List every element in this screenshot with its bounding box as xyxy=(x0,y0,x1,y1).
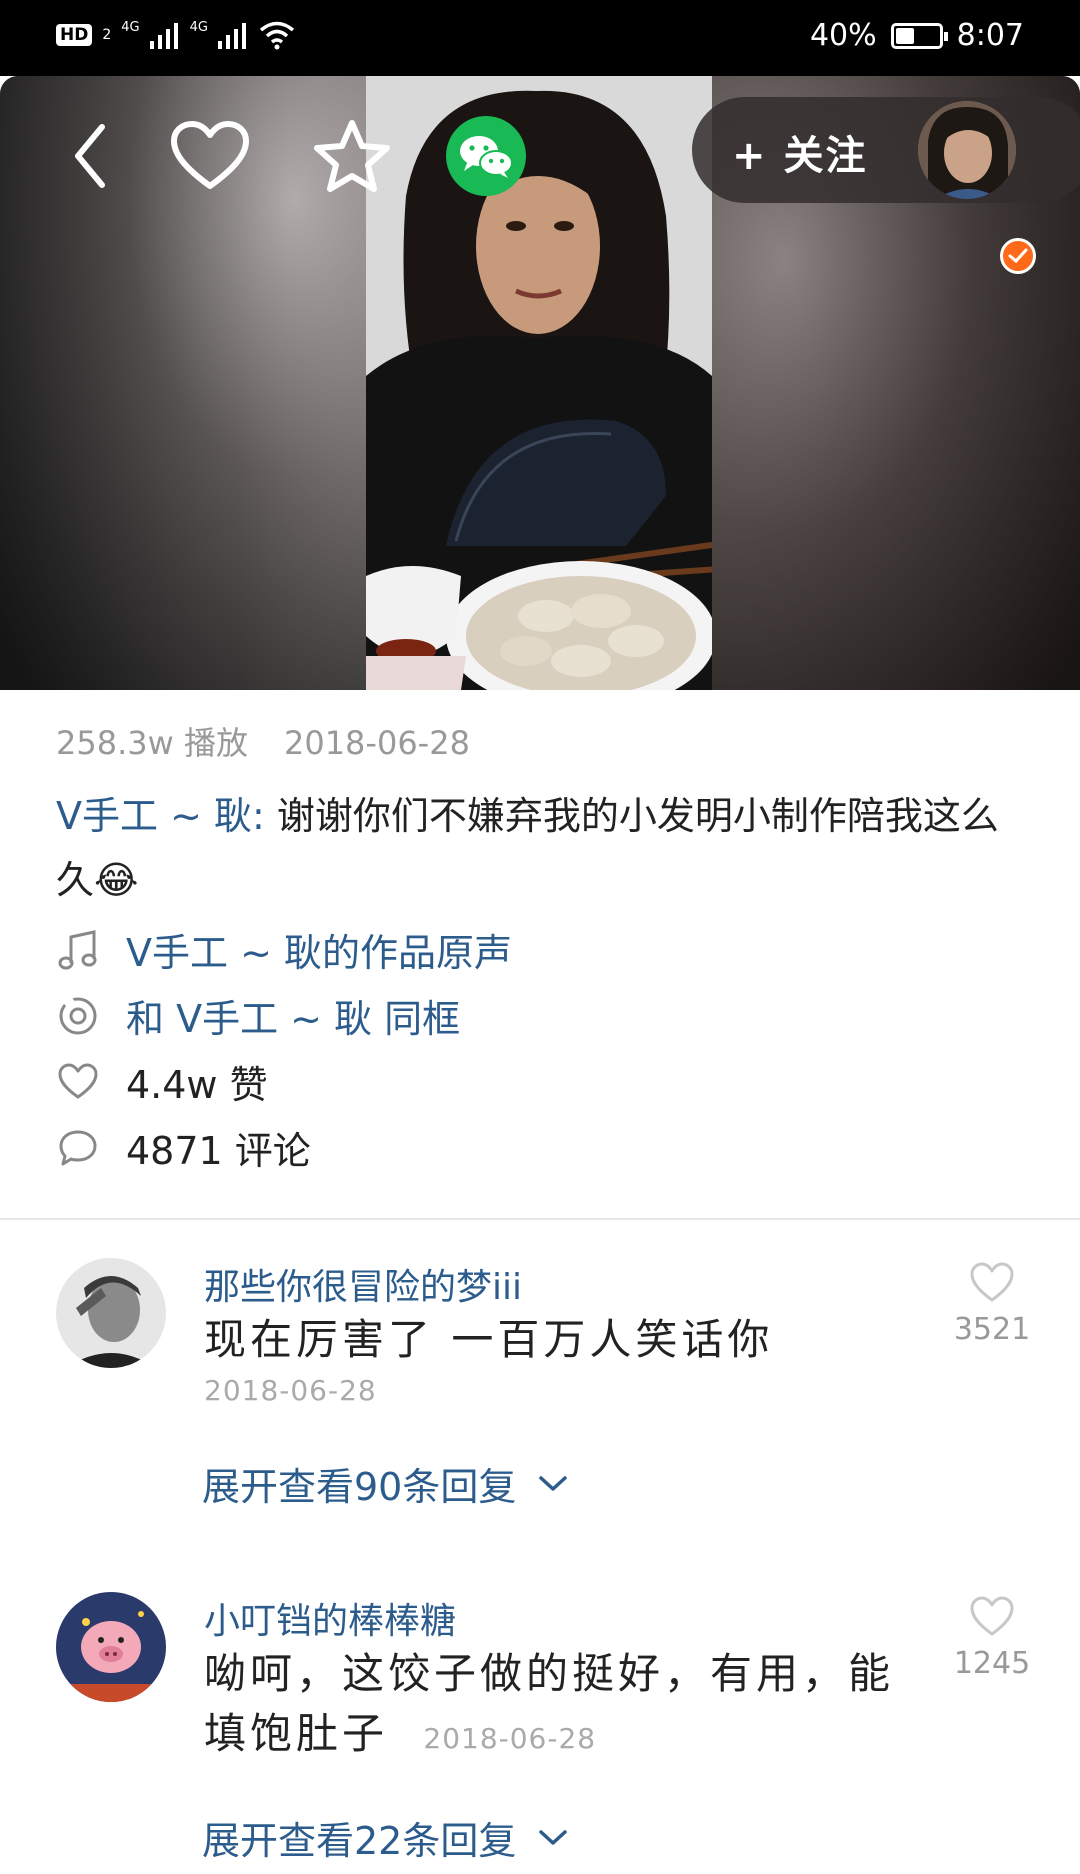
expand-replies-button[interactable]: 展开查看22条回复 xyxy=(202,1810,568,1865)
star-icon xyxy=(314,120,390,192)
sim-slot-label: 2 xyxy=(102,27,112,43)
comment-body: 现在厉害了 一百万人笑话你 xyxy=(204,1315,774,1364)
check-icon xyxy=(1008,248,1028,264)
comment-like-count: 1245 xyxy=(953,1646,1031,1681)
expand-replies-label: 展开查看90条回复 xyxy=(202,1465,517,1509)
comment-like-button[interactable]: 3521 xyxy=(952,1262,1032,1347)
follow-button[interactable]: + 关注 xyxy=(732,123,867,181)
heart-outline-icon xyxy=(56,1060,100,1104)
duet-row[interactable]: 和 V手工 ~ 耿 同框 xyxy=(56,988,460,1043)
clock: 8:07 xyxy=(956,18,1024,53)
wifi-icon xyxy=(259,21,295,50)
section-divider xyxy=(0,1218,1080,1220)
battery-icon xyxy=(890,22,948,49)
chevron-left-icon xyxy=(75,124,105,188)
network-type-2: 4G xyxy=(189,19,208,35)
battery-percent: 40% xyxy=(809,18,877,53)
play-count: 258.3w 播放 xyxy=(56,724,248,762)
wechat-icon xyxy=(460,136,513,178)
duet-icon xyxy=(56,994,100,1038)
avatar[interactable] xyxy=(56,1592,166,1702)
network-type-1: 4G xyxy=(121,19,140,35)
comment-like-button[interactable]: 1245 xyxy=(952,1596,1032,1681)
comment-date: 2018-06-28 xyxy=(423,1722,597,1755)
publish-date: 2018-06-28 xyxy=(283,724,470,762)
comment-date: 2018-06-28 xyxy=(204,1374,377,1407)
heart-outline-icon xyxy=(970,1596,1014,1636)
status-bar: HD 2 4G 4G 40% 8:07 xyxy=(0,0,1080,76)
back-button[interactable] xyxy=(50,116,130,196)
duet-label: 和 V手工 ~ 耿 同框 xyxy=(126,997,461,1041)
comment-meta: 2018-06-28 xyxy=(204,1366,924,1411)
expand-replies-label: 展开查看22条回复 xyxy=(202,1819,517,1863)
comment-text: 现在厉害了 一百万人笑话你 xyxy=(204,1310,924,1370)
video-top-controls: + 关注 xyxy=(0,76,1080,274)
wechat-share-button[interactable] xyxy=(446,116,526,196)
music-note-icon xyxy=(56,928,100,972)
laugh-emoji-icon: 😂 xyxy=(94,858,139,902)
video-meta: 258.3w 播放 2018-06-28 xyxy=(56,718,470,764)
chevron-down-icon xyxy=(539,1829,568,1845)
follow-pill[interactable]: + 关注 xyxy=(692,97,1080,203)
signal-icon xyxy=(149,23,178,49)
comment-username[interactable]: 那些你很冒险的梦iii xyxy=(204,1258,522,1310)
likes-label: 4.4w 赞 xyxy=(126,1063,268,1107)
music-label: V手工 ~ 耿的作品原声 xyxy=(126,931,512,975)
commenter-avatar-image xyxy=(56,1258,166,1368)
verified-badge-icon xyxy=(1000,238,1036,274)
author-avatar-image xyxy=(918,101,1016,199)
commenter-avatar-image xyxy=(56,1592,166,1702)
likes-row[interactable]: 4.4w 赞 xyxy=(56,1054,268,1109)
signal-icon xyxy=(217,23,246,49)
expand-replies-button[interactable]: 展开查看90条回复 xyxy=(202,1456,568,1511)
author-avatar[interactable] xyxy=(918,101,1016,199)
comment-text: 呦呵，这饺子做的挺好，有用，能填饱肚子 2018-06-28 xyxy=(204,1644,924,1769)
heart-outline-icon xyxy=(970,1262,1014,1302)
comments-row[interactable]: 4871 评论 xyxy=(56,1120,311,1175)
comment-username[interactable]: 小叮铛的棒棒糖 xyxy=(204,1592,456,1644)
heart-icon xyxy=(171,121,249,189)
hd-voice-icon: HD xyxy=(56,24,93,46)
comment-like-count: 3521 xyxy=(953,1312,1031,1347)
video-caption: V手工 ~ 耿: 谢谢你们不嫌弃我的小发明小制作陪我这么久😂 xyxy=(56,784,1036,912)
avatar[interactable] xyxy=(56,1258,166,1368)
comments-label: 4871 评论 xyxy=(126,1129,311,1173)
caption-author-link[interactable]: V手工 ~ 耿: xyxy=(56,794,265,838)
battery-fill xyxy=(895,27,915,44)
like-button[interactable] xyxy=(170,116,250,196)
music-row[interactable]: V手工 ~ 耿的作品原声 xyxy=(56,922,512,977)
chevron-down-icon xyxy=(539,1475,568,1491)
favorite-button[interactable] xyxy=(312,116,392,196)
comment-bubble-icon xyxy=(56,1126,100,1170)
